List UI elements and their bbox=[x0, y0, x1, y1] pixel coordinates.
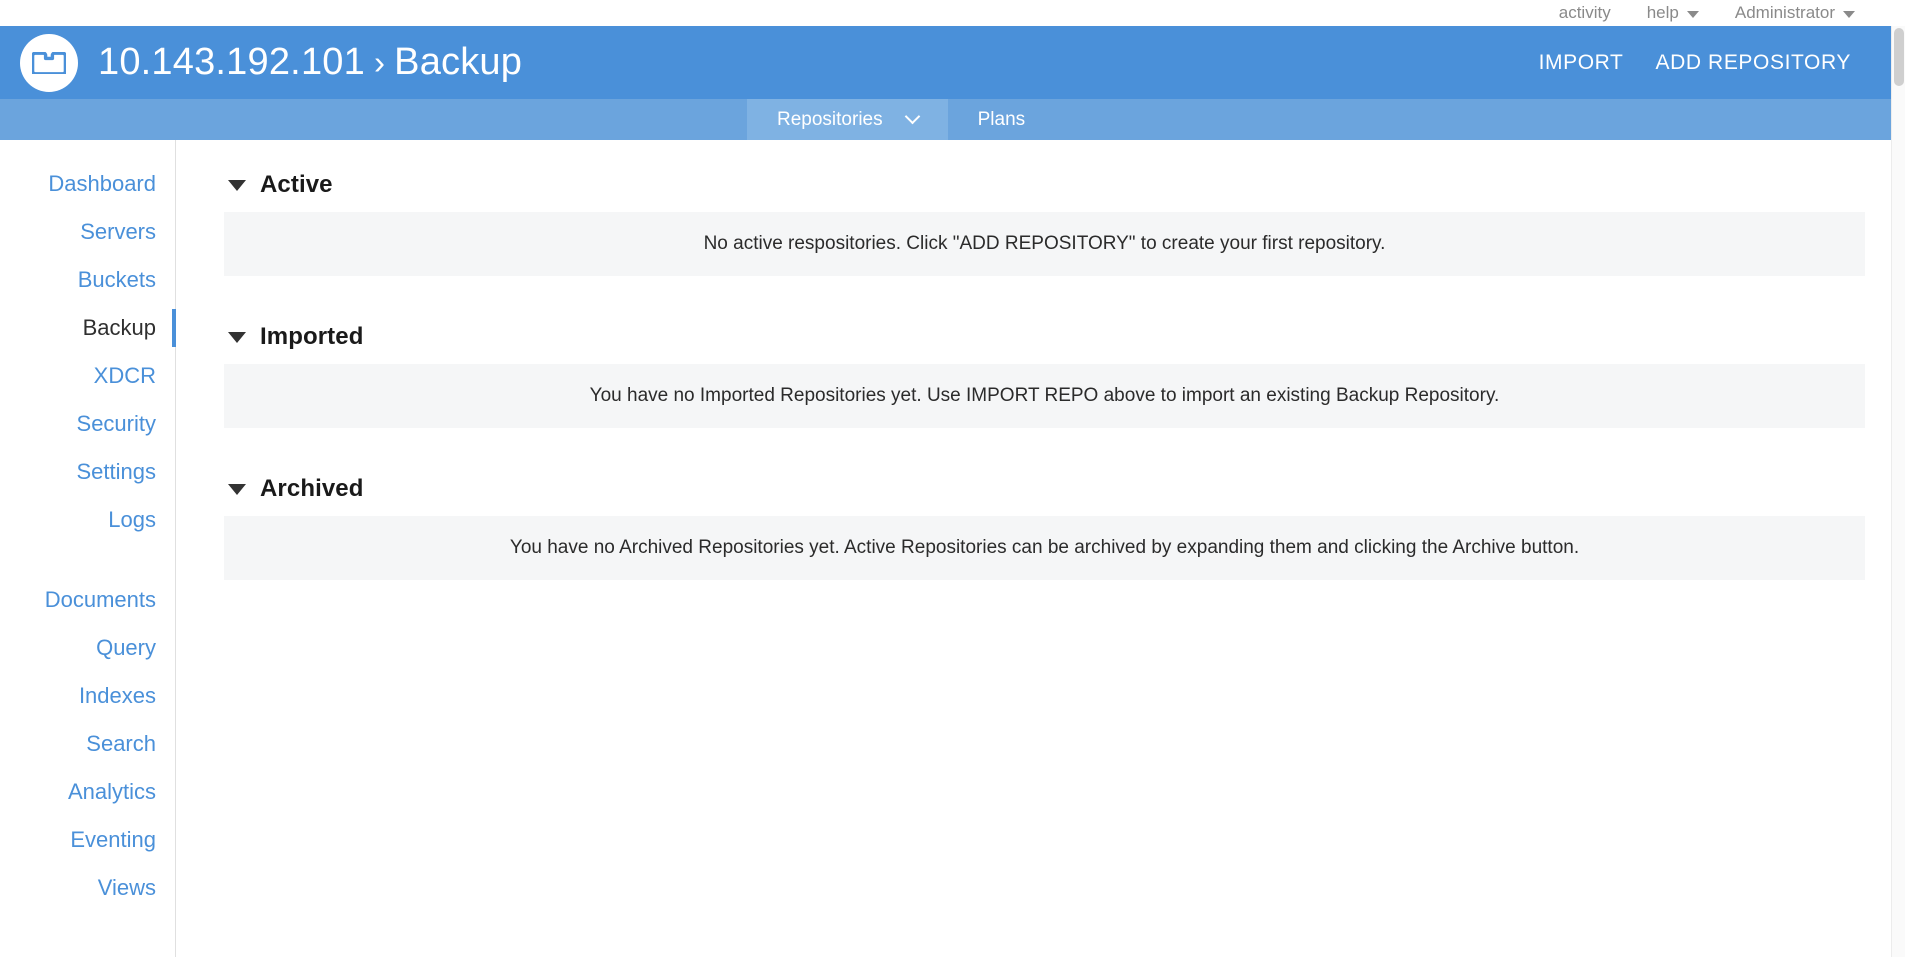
sidebar-item-views[interactable]: Views bbox=[0, 864, 175, 912]
tab-plans[interactable]: Plans bbox=[948, 99, 1056, 140]
sidebar-item-xdcr[interactable]: XDCR bbox=[0, 352, 175, 400]
tab-repositories[interactable]: Repositories bbox=[747, 99, 948, 140]
section-title: Imported bbox=[260, 323, 363, 351]
utility-item-label: Administrator bbox=[1735, 0, 1835, 26]
sidebar-item-servers[interactable]: Servers bbox=[0, 208, 175, 256]
sidebar-item-logs[interactable]: Logs bbox=[0, 496, 175, 544]
section-imported-empty-message: You have no Imported Repositories yet. U… bbox=[224, 364, 1865, 428]
body: Dashboard Servers Buckets Backup XDCR Se… bbox=[0, 140, 1891, 957]
sidebar-item-backup[interactable]: Backup bbox=[0, 304, 175, 352]
section-title: Archived bbox=[260, 475, 364, 503]
section-active: Active No active respositories. Click "A… bbox=[224, 162, 1865, 276]
sidebar-item-indexes[interactable]: Indexes bbox=[0, 672, 175, 720]
section-title: Active bbox=[260, 171, 333, 199]
sidebar-item-analytics[interactable]: Analytics bbox=[0, 768, 175, 816]
spacer bbox=[224, 286, 1865, 314]
sidebar-item-label: Analytics bbox=[68, 779, 156, 804]
section-archived-empty-message: You have no Archived Repositories yet. A… bbox=[224, 516, 1865, 580]
spacer bbox=[224, 438, 1865, 466]
sidebar-item-query[interactable]: Query bbox=[0, 624, 175, 672]
sidebar-item-label: Search bbox=[86, 731, 156, 756]
chevron-down-icon bbox=[1687, 11, 1699, 18]
add-repository-button[interactable]: ADD REPOSITORY bbox=[1639, 41, 1867, 85]
chevron-down-icon bbox=[1843, 11, 1855, 18]
sidebar-item-label: Query bbox=[96, 635, 156, 660]
utility-item-activity[interactable]: activity bbox=[1541, 0, 1629, 26]
section-archived-header[interactable]: Archived bbox=[224, 466, 1865, 512]
couchbase-logo-icon[interactable] bbox=[20, 34, 78, 92]
section-imported: Imported You have no Imported Repositori… bbox=[224, 314, 1865, 428]
section-active-empty-message: No active respositories. Click "ADD REPO… bbox=[224, 212, 1865, 276]
page-name: Backup bbox=[394, 41, 522, 84]
sidebar-item-label: XDCR bbox=[94, 363, 156, 388]
sidebar-item-label: Settings bbox=[77, 459, 157, 484]
sidebar-item-label: Logs bbox=[108, 507, 156, 532]
triangle-down-icon bbox=[228, 180, 246, 191]
sidebar-item-label: Indexes bbox=[79, 683, 156, 708]
sidebar: Dashboard Servers Buckets Backup XDCR Se… bbox=[0, 140, 176, 957]
sidebar-item-eventing[interactable]: Eventing bbox=[0, 816, 175, 864]
triangle-down-icon bbox=[228, 484, 246, 495]
section-archived: Archived You have no Archived Repositori… bbox=[224, 466, 1865, 580]
utility-bar: activity help Administrator bbox=[0, 0, 1891, 26]
import-button[interactable]: IMPORT bbox=[1523, 41, 1640, 85]
sidebar-item-label: Views bbox=[98, 875, 156, 900]
utility-item-help[interactable]: help bbox=[1629, 0, 1717, 26]
sidebar-item-label: Eventing bbox=[70, 827, 156, 852]
utility-item-label: help bbox=[1647, 0, 1679, 26]
sidebar-item-search[interactable]: Search bbox=[0, 720, 175, 768]
sidebar-item-documents[interactable]: Documents bbox=[0, 576, 175, 624]
sidebar-item-buckets[interactable]: Buckets bbox=[0, 256, 175, 304]
sidebar-item-label: Documents bbox=[45, 587, 156, 612]
app-root: activity help Administrator 10.143.192.1… bbox=[0, 0, 1905, 957]
sidebar-item-label: Backup bbox=[83, 315, 156, 340]
sidebar-item-label: Buckets bbox=[78, 267, 156, 292]
page-title: 10.143.192.101 › Backup bbox=[98, 41, 522, 84]
tab-label: Repositories bbox=[777, 109, 883, 131]
sidebar-item-label: Security bbox=[77, 411, 156, 436]
triangle-down-icon bbox=[228, 332, 246, 343]
sidebar-item-security[interactable]: Security bbox=[0, 400, 175, 448]
sidebar-group-divider bbox=[0, 544, 175, 576]
utility-item-administrator[interactable]: Administrator bbox=[1717, 0, 1873, 26]
header-actions: IMPORT ADD REPOSITORY bbox=[1523, 41, 1867, 85]
sidebar-item-label: Servers bbox=[80, 219, 156, 244]
app-header: 10.143.192.101 › Backup IMPORT ADD REPOS… bbox=[0, 26, 1891, 99]
sidebar-item-label: Dashboard bbox=[48, 171, 156, 196]
utility-item-label: activity bbox=[1559, 0, 1611, 26]
tab-label: Plans bbox=[978, 109, 1026, 131]
tab-bar: Repositories Plans bbox=[0, 99, 1891, 140]
vertical-scrollbar-thumb[interactable] bbox=[1894, 28, 1904, 86]
chevron-down-icon bbox=[904, 109, 920, 125]
vertical-scrollbar[interactable] bbox=[1891, 26, 1905, 957]
sidebar-item-dashboard[interactable]: Dashboard bbox=[0, 160, 175, 208]
section-imported-header[interactable]: Imported bbox=[224, 314, 1865, 360]
cluster-name: 10.143.192.101 bbox=[98, 41, 365, 84]
section-active-header[interactable]: Active bbox=[224, 162, 1865, 208]
breadcrumb-separator: › bbox=[365, 44, 394, 82]
main-content: Active No active respositories. Click "A… bbox=[176, 140, 1891, 957]
sidebar-item-settings[interactable]: Settings bbox=[0, 448, 175, 496]
